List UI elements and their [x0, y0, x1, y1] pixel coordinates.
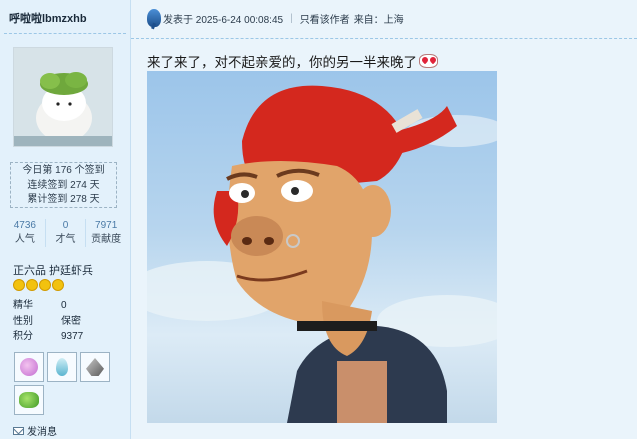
- medal-list: [14, 352, 114, 415]
- user-stats: 4736 人气 0 才气 7971 贡献度: [5, 219, 126, 247]
- medal-frog-icon[interactable]: [14, 385, 44, 415]
- send-message-label: 发消息: [27, 427, 57, 438]
- envelope-icon: [13, 426, 24, 435]
- stat-contribution[interactable]: 7971 贡献度: [85, 219, 126, 247]
- only-author-link[interactable]: 只看该作者: [300, 11, 350, 26]
- level-icons: [13, 279, 64, 291]
- info-value: 保密: [61, 315, 81, 327]
- medal-drop-icon[interactable]: [47, 352, 77, 382]
- author-sidebar: 呼啦啦lbmzxhb 今日第 176 个签到 连续签到 274 天 累计签到 2…: [0, 0, 131, 439]
- love-emoji-icon: [419, 54, 438, 68]
- cartoon-character-image: [147, 85, 497, 423]
- info-row: 精华 0: [13, 298, 123, 314]
- send-message-link[interactable]: 发消息: [13, 423, 57, 438]
- avatar[interactable]: [13, 47, 113, 147]
- medal-knight-icon[interactable]: [80, 352, 110, 382]
- stat-talent[interactable]: 0 才气: [44, 219, 86, 247]
- stat-value: 4736: [13, 220, 36, 231]
- info-value: 0: [61, 300, 67, 311]
- divider: [4, 33, 126, 34]
- moon-icon: [26, 279, 38, 291]
- stat-label: 贡献度: [91, 234, 122, 245]
- info-value: 9377: [61, 331, 84, 342]
- avatar-image: [14, 48, 112, 146]
- stat-value: 7971: [95, 220, 118, 231]
- sun-icon: [13, 279, 25, 291]
- post-image[interactable]: [147, 71, 497, 423]
- stat-label: 人气: [14, 234, 35, 245]
- star-icon: [52, 279, 64, 291]
- info-label: 积分: [13, 331, 33, 342]
- checkin-streak: 连续签到 274 天: [27, 179, 100, 191]
- meta-divider: |: [290, 12, 293, 24]
- divider: [131, 38, 637, 39]
- post-origin: 来自：上海: [353, 14, 404, 26]
- post-author-icon: [147, 9, 161, 27]
- post-body: 来了来了，对不起亲爱的，你的另一半来晚了: [147, 55, 417, 70]
- checkin-total: 累计签到 278 天: [27, 194, 100, 205]
- user-rank: 正六品 护廷虾兵: [13, 265, 94, 277]
- checkin-today: 今日第 176 个签到: [22, 165, 105, 176]
- info-row: 积分 9377: [13, 329, 123, 345]
- post-time: 发表于 2025-6-24 00:08:45: [163, 14, 284, 26]
- info-label: 性别: [13, 315, 33, 327]
- author-name[interactable]: 呼啦啦lbmzxhb: [9, 10, 87, 26]
- post-content: 发表于 2025-6-24 00:08:45 | 只看该作者 来自：上海 来了来…: [131, 0, 637, 439]
- checkin-summary: 今日第 176 个签到 连续签到 274 天 累计签到 278 天: [10, 162, 117, 208]
- stat-popularity[interactable]: 4736 人气: [5, 219, 45, 247]
- user-info: 精华 0 性别 保密 积分 9377: [13, 298, 123, 345]
- stat-label: 才气: [55, 234, 76, 245]
- moon-icon: [39, 279, 51, 291]
- post-meta: 发表于 2025-6-24 00:08:45 | 只看该作者 来自：上海: [147, 9, 404, 27]
- info-label: 精华: [13, 300, 33, 311]
- stat-value: 0: [62, 220, 69, 231]
- medal-flower-icon[interactable]: [14, 352, 44, 382]
- info-row: 性别 保密: [13, 314, 123, 330]
- post-text: 来了来了，对不起亲爱的，你的另一半来晚了: [147, 51, 438, 71]
